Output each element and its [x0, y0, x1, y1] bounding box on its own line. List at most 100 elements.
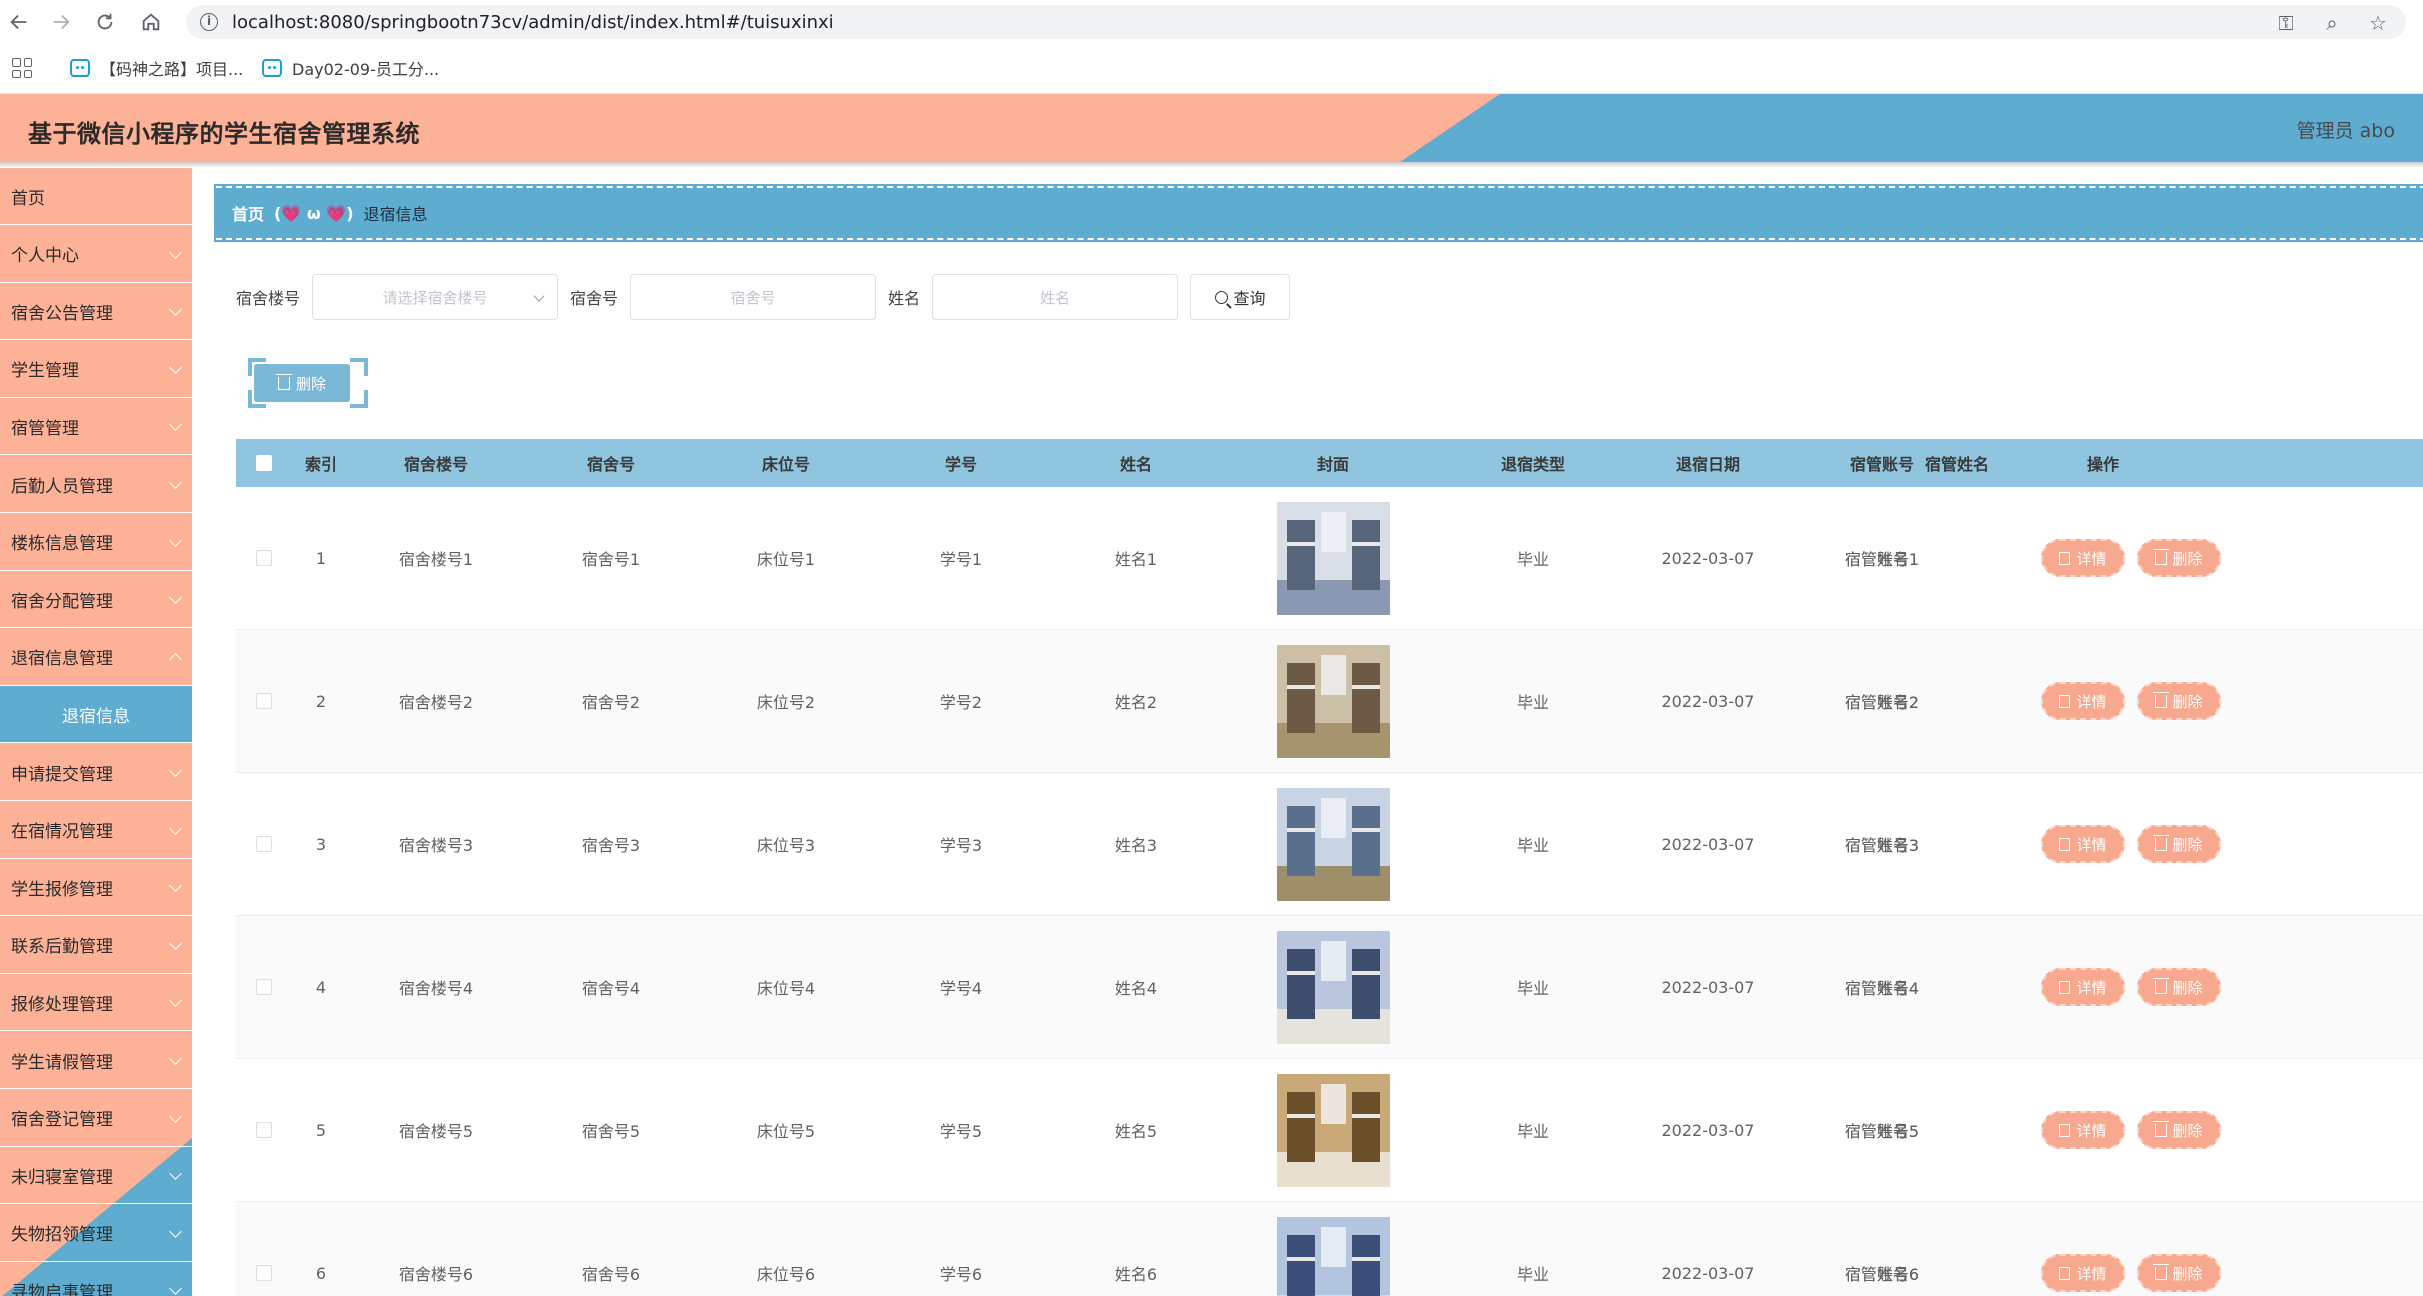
table-row[interactable]: 3 宿舍楼号3 宿舍号3 床位号3 学号3 姓名3 毕业 2022-03-07 宿管账号3 宿管姓…	[236, 773, 2423, 916]
detail-button[interactable]: 详情	[2041, 1254, 2125, 1292]
delete-row-button[interactable]: 删除	[2136, 1111, 2221, 1149]
table-cell: 学号6	[939, 1265, 983, 1284]
sidebar-item[interactable]: 楼栋信息管理	[0, 514, 192, 571]
table-cell: 毕业	[1516, 550, 1549, 569]
detail-button[interactable]: 详情	[2041, 1111, 2125, 1149]
delete-row-button[interactable]: 删除	[2136, 968, 2221, 1006]
table-row[interactable]: 4 宿舍楼号4 宿舍号4 床位号4 学号4 姓名4 毕业 2022-03-07 宿管账号4 宿管姓…	[236, 916, 2423, 1059]
breadcrumb-home[interactable]: 首页	[232, 201, 264, 225]
site-info-icon[interactable]: i	[200, 13, 218, 31]
sidebar-item[interactable]: 宿管管理	[0, 398, 192, 456]
sidebar-item[interactable]: 申请提交管理	[0, 744, 192, 801]
breadcrumb-current: 退宿信息	[363, 205, 428, 224]
table-cell: 宿管姓名6	[1844, 1265, 1920, 1284]
table-header: 索引 宿舍楼号 宿舍号 床位号 学号 姓名 封面 退宿类型 退宿日期 宿管账号 宿管姓名 操作	[236, 439, 2423, 487]
delete-row-button[interactable]: 删除	[2136, 825, 2221, 863]
column-header: 封面	[1316, 455, 1349, 474]
search-button[interactable]: 查询	[1190, 274, 1291, 320]
sidebar-item[interactable]: 学生管理	[0, 341, 192, 398]
row-checkbox[interactable]	[256, 693, 272, 709]
table-row[interactable]: 6 宿舍楼号6 宿舍号6 床位号6 学号6 姓名6 毕业 2022-03-07 宿管账号6 宿管姓…	[236, 1202, 2423, 1296]
name-label: 姓名	[888, 289, 921, 308]
zoom-icon[interactable]: ⌕	[2320, 11, 2344, 35]
sidebar-item[interactable]: 个人中心	[0, 226, 192, 283]
sidebar-item[interactable]: 退宿信息管理	[0, 629, 192, 686]
select-all-checkbox[interactable]	[256, 455, 272, 471]
detail-button[interactable]: 详情	[2041, 539, 2125, 577]
chevron-icon	[169, 1052, 182, 1065]
sidebar-item[interactable]: 宿舍分配管理	[0, 571, 192, 629]
row-actions: 详情 删除	[2041, 825, 2221, 863]
chevron-icon	[169, 1282, 182, 1296]
apps-grid-icon[interactable]	[12, 58, 32, 78]
sidebar-item[interactable]: 首页	[0, 168, 192, 225]
table-row[interactable]: 5 宿舍楼号5 宿舍号5 床位号5 学号5 姓名5 毕业 2022-03-07 宿管账号5 宿管姓…	[236, 1059, 2423, 1202]
chevron-icon	[169, 879, 182, 893]
sidebar-item[interactable]: 宿舍登记管理	[0, 1090, 192, 1147]
table-row[interactable]: 2 宿舍楼号2 宿舍号2 床位号2 学号2 姓名2 毕业 2022-03-07 宿管账号2 宿管姓…	[236, 630, 2423, 773]
table-cell: 宿管姓名1	[1844, 550, 1920, 569]
sidebar-item-label: 首页	[11, 188, 45, 209]
bookmark-item[interactable]: 【码神之路】项目...	[70, 56, 243, 80]
detail-button[interactable]: 详情	[2041, 682, 2125, 720]
sidebar-item[interactable]: 在宿情况管理	[0, 802, 192, 859]
row-checkbox[interactable]	[256, 550, 272, 566]
sidebar-item[interactable]: 后勤人员管理	[0, 456, 192, 513]
row-checkbox[interactable]	[256, 1122, 272, 1138]
sidebar-item[interactable]: 学生报修管理	[0, 859, 192, 917]
document-icon	[2059, 1123, 2071, 1137]
cover-cell	[1276, 1059, 1390, 1201]
detail-button[interactable]: 详情	[2041, 825, 2125, 863]
sidebar-item[interactable]: 宿舍公告管理	[0, 283, 192, 341]
room-input[interactable]: 宿舍号	[630, 274, 877, 320]
table-cell: 学号3	[939, 836, 983, 855]
document-icon	[2059, 837, 2071, 851]
sidebar-item-label: 在宿情况管理	[11, 822, 113, 843]
bookmark-item[interactable]: Day02-09-员工分...	[262, 56, 439, 80]
row-checkbox[interactable]	[256, 836, 272, 852]
delete-row-button[interactable]: 删除	[2136, 1254, 2221, 1292]
reload-icon[interactable]	[90, 8, 120, 36]
document-icon	[2059, 1266, 2071, 1280]
detail-button-label: 详情	[2076, 1264, 2107, 1283]
table-row[interactable]: 1 宿舍楼号1 宿舍号1 床位号1 学号1 姓名1 毕业 2022-03-07 宿管账号1 宿管姓…	[236, 487, 2423, 630]
building-label: 宿舍楼号	[236, 289, 301, 308]
sidebar-item[interactable]: 联系后勤管理	[0, 917, 192, 974]
cover-image	[1276, 644, 1390, 758]
chevron-icon	[169, 476, 182, 489]
table-cell: 1	[315, 548, 327, 568]
document-icon	[2059, 980, 2071, 994]
bilibili-icon	[262, 59, 282, 77]
table-cell: 学号1	[939, 550, 983, 569]
chevron-icon	[169, 533, 182, 547]
chevron-icon	[169, 652, 182, 666]
home-icon[interactable]	[136, 8, 166, 36]
sidebar-item-label: 宿舍公告管理	[11, 303, 113, 324]
table-cell: 宿舍号6	[581, 1265, 641, 1284]
address-bar[interactable]: i localhost:8080/springbootn73cv/admin/d…	[186, 5, 2406, 39]
cover-cell	[1276, 773, 1390, 915]
forward-arrow-icon[interactable]	[46, 8, 76, 36]
sidebar-item[interactable]: 未归寝室管理	[0, 1147, 192, 1205]
row-checkbox[interactable]	[256, 1265, 272, 1281]
key-icon[interactable]: ⚿	[2274, 11, 2298, 35]
table-cell: 6	[315, 1263, 327, 1283]
name-input[interactable]: 姓名	[932, 274, 1179, 320]
column-header: 退宿日期	[1675, 455, 1740, 474]
detail-button[interactable]: 详情	[2041, 968, 2125, 1006]
delete-row-button[interactable]: 删除	[2136, 539, 2221, 577]
current-user[interactable]: 管理员 abo	[2297, 116, 2395, 143]
row-checkbox[interactable]	[256, 979, 272, 995]
sidebar-item[interactable]: 学生请假管理	[0, 1032, 192, 1089]
sidebar-item[interactable]: 失物招领管理	[0, 1205, 192, 1262]
delete-button[interactable]: 删除	[254, 364, 350, 402]
star-icon[interactable]: ☆	[2366, 11, 2390, 35]
sidebar-subitem[interactable]: 退宿信息	[0, 686, 192, 744]
back-arrow-icon[interactable]	[4, 8, 34, 36]
delete-button-label: 删除	[295, 374, 326, 393]
building-select[interactable]: 请选择宿舍楼号	[312, 274, 559, 320]
breadcrumb: 首页 (💗 ω 💗) 退宿信息	[214, 184, 2423, 242]
sidebar-item[interactable]: 寻物启事管理	[0, 1262, 192, 1296]
delete-row-button[interactable]: 删除	[2136, 682, 2221, 720]
sidebar-item[interactable]: 报修处理管理	[0, 974, 192, 1032]
